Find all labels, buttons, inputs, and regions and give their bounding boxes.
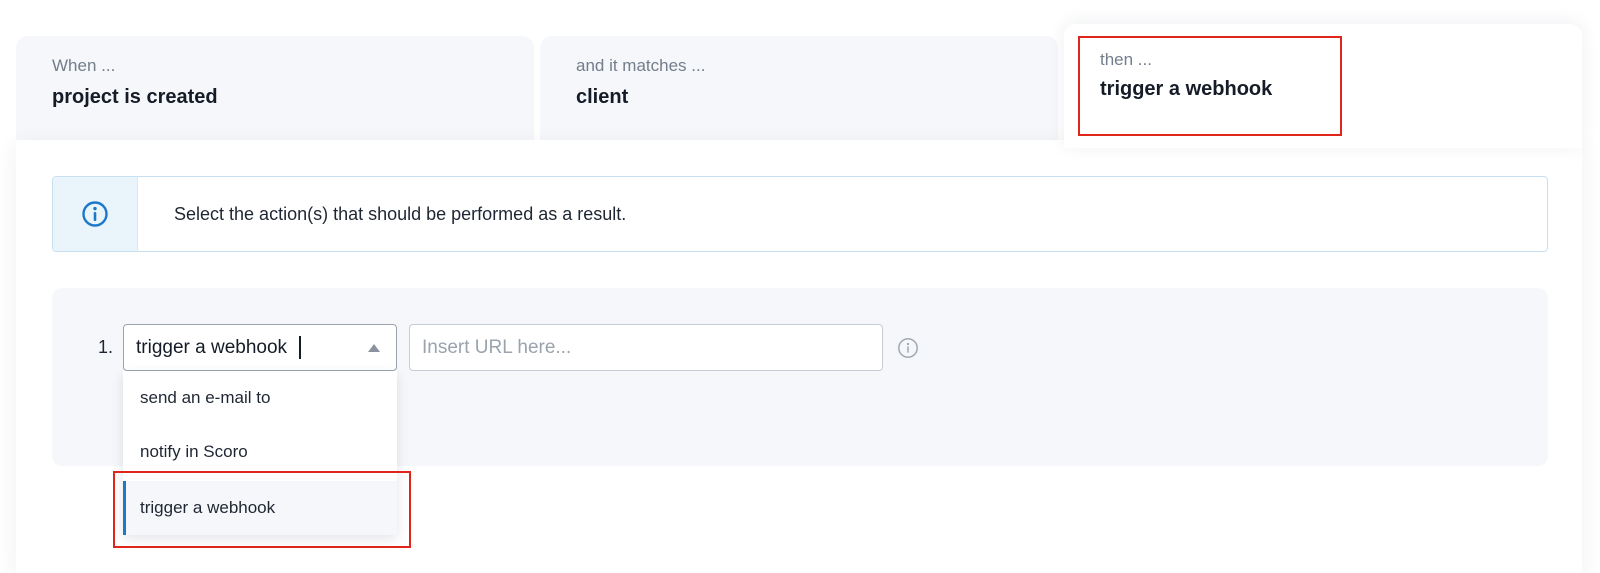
dropdown-option-notify-scoro[interactable]: notify in Scoro	[123, 425, 397, 479]
step-action-value: trigger a webhook	[1100, 78, 1273, 100]
info-text: Select the action(s) that should be perf…	[174, 204, 627, 224]
webhook-url-input[interactable]	[409, 324, 883, 371]
step-action-kicker: then ...	[1100, 50, 1152, 69]
info-help-icon[interactable]	[897, 337, 919, 359]
step-condition-value: client	[576, 86, 629, 108]
step-condition-kicker: and it matches ...	[576, 56, 706, 75]
step-action-tab[interactable]: then ... trigger a webhook	[1064, 24, 1582, 148]
dropdown-option-trigger-webhook[interactable]: trigger a webhook	[123, 481, 397, 535]
info-icon-cell	[53, 177, 138, 251]
step-trigger-kicker: When ...	[52, 56, 116, 75]
info-icon	[82, 201, 108, 227]
chevron-up-icon[interactable]	[368, 344, 380, 352]
action-row-number: 1.	[98, 337, 114, 357]
info-banner: Select the action(s) that should be perf…	[52, 176, 1548, 252]
step-trigger-value: project is created	[52, 86, 218, 108]
action-type-select[interactable]: trigger a webhook	[123, 324, 397, 371]
step-condition-tab[interactable]: and it matches ... client	[540, 36, 1058, 148]
dropdown-option-send-email[interactable]: send an e-mail to	[123, 371, 397, 425]
action-type-dropdown: send an e-mail to notify in Scoro trigge…	[123, 371, 397, 535]
text-cursor	[299, 336, 301, 359]
step-trigger-tab[interactable]: When ... project is created	[16, 36, 534, 148]
automation-editor: When ... project is created and it match…	[0, 0, 1600, 573]
action-type-value: trigger a webhook	[136, 337, 288, 358]
